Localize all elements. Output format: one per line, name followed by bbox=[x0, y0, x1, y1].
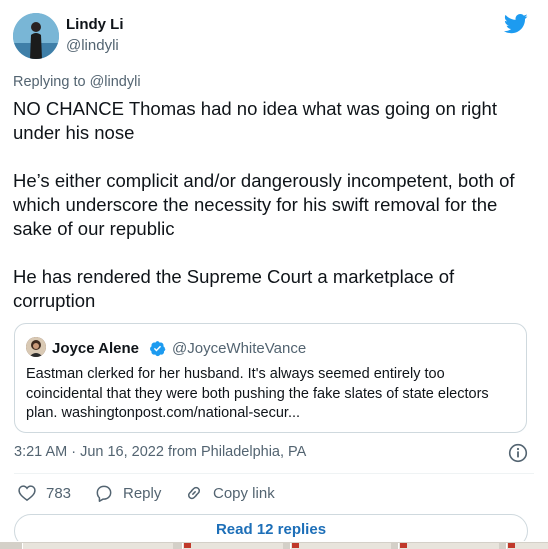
taskbar-app-icon bbox=[292, 543, 299, 548]
author-name[interactable]: Lindy Li bbox=[66, 16, 124, 33]
heart-icon bbox=[18, 485, 36, 502]
reply-label: Reply bbox=[123, 484, 162, 502]
link-icon bbox=[187, 486, 201, 500]
info-icon[interactable] bbox=[508, 443, 528, 463]
copy-link-label: Copy link bbox=[213, 484, 275, 502]
avatar[interactable] bbox=[13, 13, 59, 59]
divider bbox=[14, 473, 534, 474]
taskbar-window-button[interactable] bbox=[398, 543, 499, 549]
tweet-body: NO CHANCE Thomas had no idea what was go… bbox=[13, 97, 533, 337]
tweet-card: Lindy Li @lindyli Replying to @lindyli N… bbox=[0, 0, 548, 549]
replying-to-handle-link[interactable]: @lindyli bbox=[90, 74, 141, 90]
taskbar-app-icon bbox=[184, 543, 191, 548]
tweet-timestamp[interactable]: 3:21 AM · Jun 16, 2022 from Philadelphia… bbox=[14, 444, 306, 460]
quoted-tweet-text: Eastman clerked for her husband. It's al… bbox=[26, 366, 489, 421]
like-button[interactable]: 783 bbox=[17, 483, 71, 503]
quoted-tweet[interactable]: Joyce Alene @JoyceWhiteVance Eastman cle… bbox=[14, 323, 527, 433]
taskbar-quicklaunch[interactable] bbox=[22, 543, 173, 549]
quoted-author-handle: @JoyceWhiteVance bbox=[172, 340, 307, 357]
quoted-author-name: Joyce Alene bbox=[52, 340, 139, 357]
tweet-paragraph-2: He’s either complicit and/or dangerously… bbox=[13, 170, 515, 239]
taskbar-app-icon bbox=[508, 543, 515, 548]
copy-link-button[interactable]: Copy link bbox=[184, 483, 275, 503]
author-handle[interactable]: @lindyli bbox=[66, 37, 119, 54]
replying-to: Replying to @lindyli bbox=[13, 74, 141, 90]
reply-button[interactable]: Reply bbox=[94, 483, 161, 503]
tweet-paragraph-3: He has rendered the Supreme Court a mark… bbox=[13, 266, 455, 311]
replying-to-prefix: Replying to bbox=[13, 74, 86, 90]
reply-bubble-icon bbox=[96, 485, 112, 502]
taskbar-app-icon bbox=[400, 543, 407, 548]
quoted-avatar bbox=[26, 337, 46, 357]
like-count: 783 bbox=[46, 484, 72, 502]
taskbar-window-button[interactable] bbox=[290, 543, 391, 549]
verified-badge-icon bbox=[150, 341, 166, 357]
taskbar-window-button[interactable] bbox=[182, 543, 283, 549]
tweet-paragraph-1: NO CHANCE Thomas had no idea what was go… bbox=[13, 98, 497, 143]
twitter-bird-icon[interactable] bbox=[504, 14, 528, 34]
